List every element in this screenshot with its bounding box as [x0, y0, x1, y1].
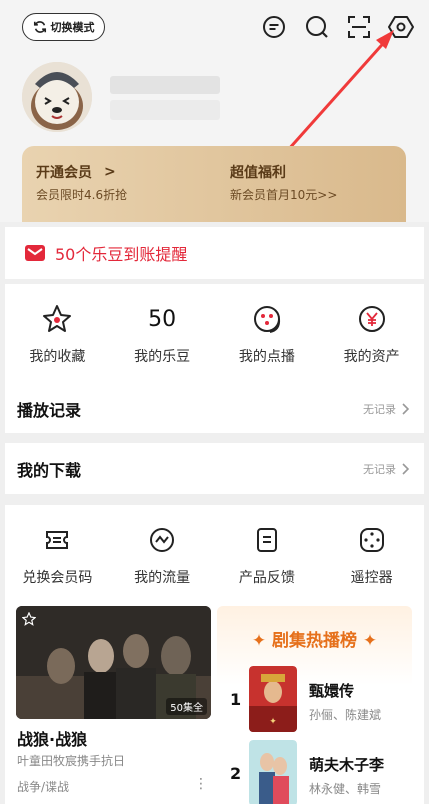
- redeem-code-label: 兑换会员码: [22, 570, 93, 586]
- laurel-left-icon: ✦: [251, 631, 267, 651]
- ticket-icon: [46, 531, 69, 549]
- featured-poster[interactable]: 50集全: [16, 606, 211, 719]
- on-demand-label: 我的点播: [238, 349, 295, 365]
- beans-label: 我的乐豆: [134, 349, 191, 365]
- remote-item[interactable]: 遥控器: [322, 523, 422, 587]
- vip-banner[interactable]: 开通会员 > 会员限时4.6折抢 超值福利 新会员首月10元>>: [22, 146, 406, 222]
- bear-avatar-icon: [22, 62, 92, 132]
- series-poster: ✦: [249, 666, 297, 732]
- ranking-item[interactable]: 2 萌夫木子李 林永健、韩雪: [217, 740, 412, 804]
- ranking-title: 剧集热播榜: [272, 631, 357, 651]
- series-cast: 孙俪、陈建斌: [309, 708, 382, 722]
- feedback-item[interactable]: 产品反馈: [217, 523, 317, 587]
- star-icon[interactable]: [22, 612, 36, 626]
- feedback-icon: [256, 528, 277, 552]
- message-icon[interactable]: [261, 14, 287, 40]
- traffic-label: 我的流量: [134, 570, 191, 586]
- hot-ranking-card[interactable]: ✦ 剧集热播榜 ✦ 1 ✦ 甄嬛传 孙俪、陈建斌 2 萌夫木子李 林永健、韩雪: [217, 606, 412, 804]
- chevron-right-icon: [402, 462, 410, 475]
- rank-number: 1: [230, 690, 242, 709]
- favorites-label: 我的收藏: [29, 349, 86, 365]
- assets-label: 我的资产: [343, 349, 400, 365]
- remote-icon: [359, 528, 384, 552]
- open-vip-subtitle: 会员限时4.6折抢: [36, 188, 128, 202]
- more-options-icon[interactable]: ⋮: [194, 776, 208, 792]
- open-vip-entry[interactable]: 开通会员 > 会员限时4.6折抢: [36, 162, 127, 203]
- search-icon[interactable]: [304, 14, 330, 40]
- bean-reminder[interactable]: 50个乐豆到账提醒: [5, 227, 424, 279]
- downloads-status: 无记录: [363, 462, 396, 476]
- series-name: 萌夫木子李: [309, 756, 385, 774]
- feedback-label: 产品反馈: [238, 570, 295, 586]
- mode-switch-label: 切换模式: [50, 21, 95, 34]
- play-history-status: 无记录: [363, 402, 396, 416]
- downloads-title: 我的下载: [17, 460, 82, 480]
- chevron-right-icon: >: [104, 164, 116, 180]
- star-icon: [43, 305, 72, 332]
- username-redacted: [110, 76, 220, 94]
- traffic-item[interactable]: 我的流量: [112, 523, 212, 587]
- quick-grid: 我的收藏 50 我的乐豆 我的点播 我的资产: [5, 284, 424, 384]
- refresh-icon: [33, 21, 46, 33]
- play-history-title: 播放记录: [17, 400, 82, 420]
- redeem-code-item[interactable]: 兑换会员码: [7, 523, 107, 587]
- traffic-icon: [150, 528, 175, 552]
- mode-switch-button[interactable]: 切换模式: [22, 13, 105, 41]
- series-poster: [249, 740, 297, 804]
- beans-item[interactable]: 50 我的乐豆: [112, 302, 212, 366]
- ranking-title-row: ✦ 剧集热播榜 ✦: [217, 626, 412, 651]
- benefit-entry[interactable]: 超值福利 新会员首月10元>>: [230, 162, 337, 203]
- settings-icon[interactable]: [388, 14, 414, 40]
- series-cast: 林永健、韩雪: [309, 782, 382, 796]
- play-history-row[interactable]: 播放记录 无记录: [5, 384, 424, 433]
- assets-item[interactable]: 我的资产: [322, 302, 422, 366]
- userid-redacted: [110, 100, 220, 120]
- on-demand-item[interactable]: 我的点播: [217, 302, 317, 366]
- ranking-item[interactable]: 1 ✦ 甄嬛传 孙俪、陈建斌: [217, 666, 412, 738]
- rank-number: 2: [230, 764, 242, 783]
- scan-icon[interactable]: [346, 14, 372, 40]
- favorites-item[interactable]: 我的收藏: [7, 302, 107, 366]
- benefit-subtitle: 新会员首月10元>>: [230, 188, 338, 202]
- chevron-right-icon: [402, 402, 410, 415]
- benefit-title: 超值福利: [230, 165, 286, 181]
- envelope-icon: [25, 245, 45, 261]
- series-name: 甄嬛传: [309, 682, 355, 700]
- downloads-row[interactable]: 我的下载 无记录: [5, 443, 424, 494]
- avatar[interactable]: [22, 62, 92, 132]
- featured-tags: 战争/谍战: [17, 780, 70, 794]
- yen-coin-icon: [358, 306, 385, 332]
- remote-label: 遥控器: [350, 570, 393, 586]
- episode-badge: 50集全: [166, 698, 207, 715]
- film-reel-icon: [253, 306, 280, 333]
- beans-count: 50: [148, 306, 177, 332]
- poster-caption-glyph: ✦: [269, 717, 277, 727]
- featured-title[interactable]: 战狼·战狼: [17, 726, 87, 750]
- laurel-right-icon: ✦: [362, 631, 378, 651]
- open-vip-title: 开通会员: [36, 165, 92, 181]
- reminder-text: 50个乐豆到账提醒: [55, 245, 188, 264]
- featured-desc: 叶童田牧宸携手抗日: [17, 754, 126, 768]
